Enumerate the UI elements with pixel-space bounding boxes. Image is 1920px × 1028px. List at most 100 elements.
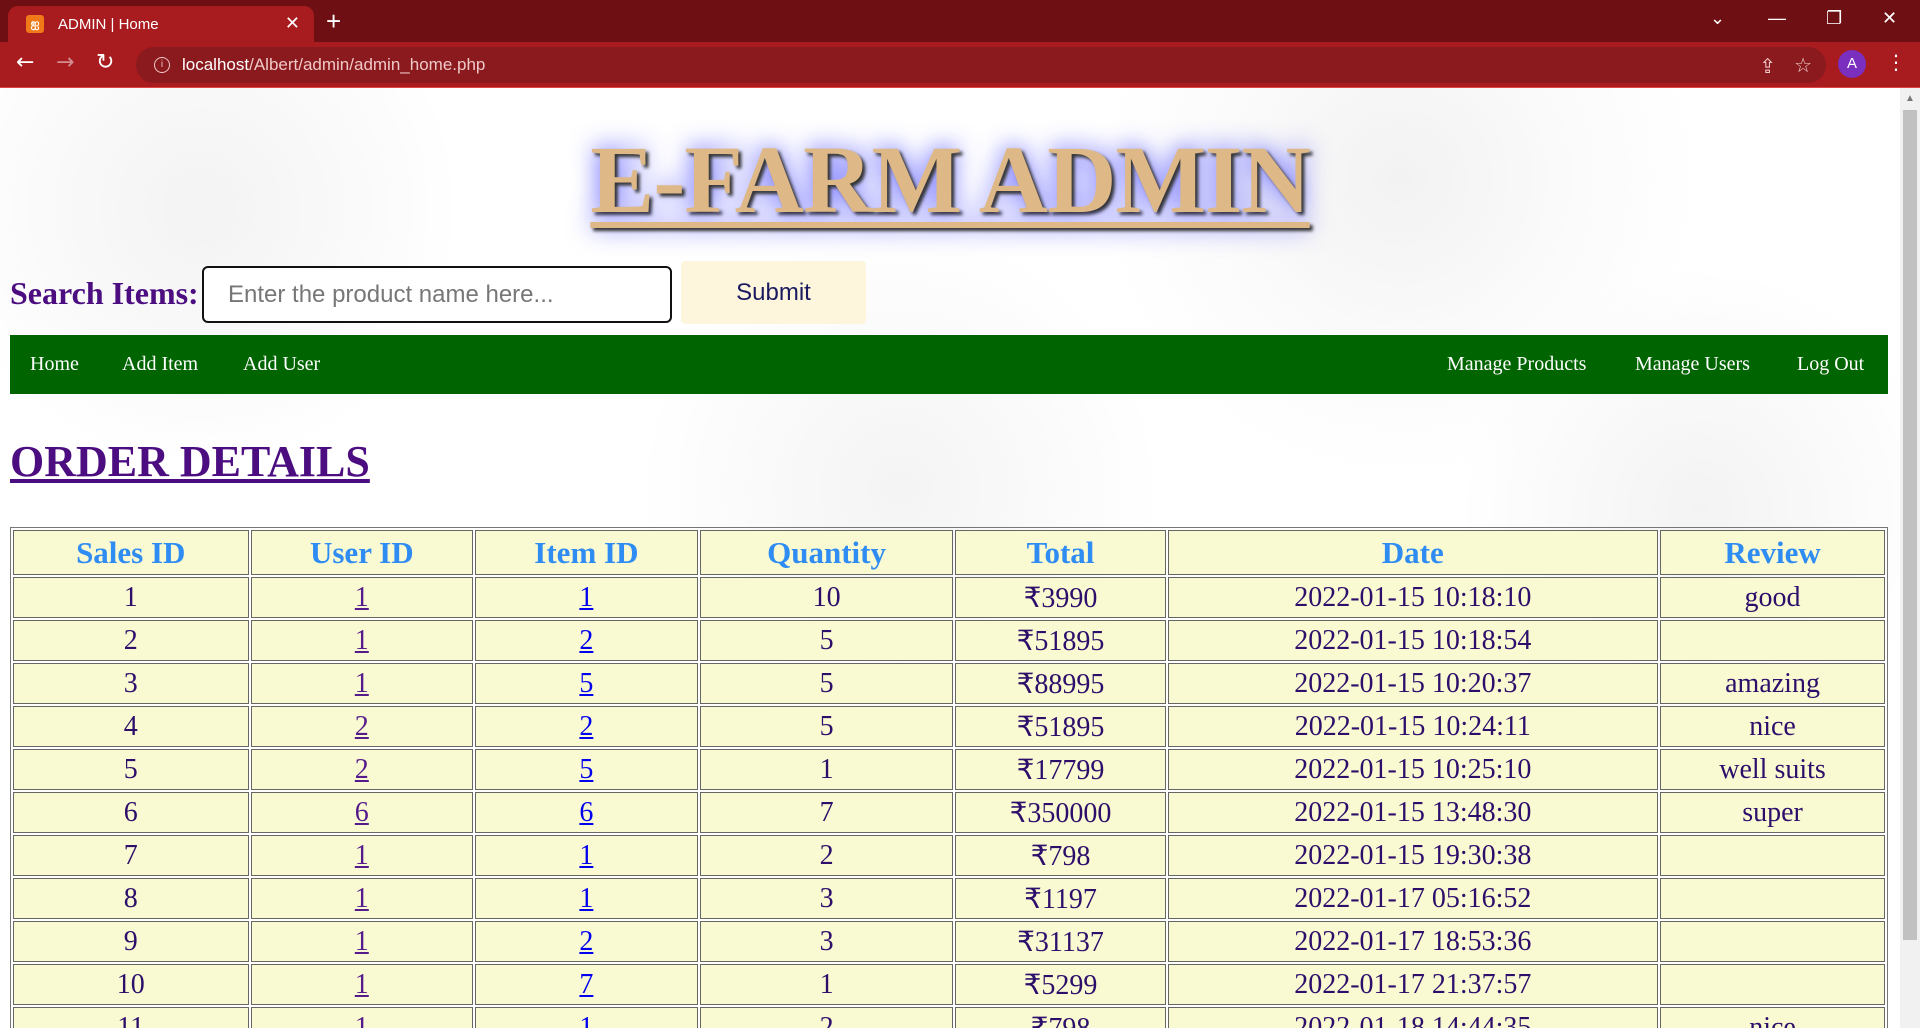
address-bar: ← → ↻ i localhost/Albert/admin/admin_hom… bbox=[0, 42, 1920, 88]
cell-sales-id: 5 bbox=[13, 749, 249, 790]
forward-icon[interactable]: → bbox=[56, 50, 74, 75]
item-id-link[interactable]: 2 bbox=[579, 711, 593, 742]
new-tab-icon[interactable]: + bbox=[326, 6, 341, 37]
nav-home[interactable]: Home bbox=[30, 353, 79, 376]
scroll-up-icon[interactable]: ▲ bbox=[1905, 93, 1915, 104]
cell-review bbox=[1660, 921, 1885, 962]
cell-user-id: 1 bbox=[250, 878, 474, 919]
share-icon[interactable]: ⇪ bbox=[1759, 54, 1776, 79]
minimize-icon[interactable]: — bbox=[1768, 8, 1786, 29]
cell-item-id: 5 bbox=[475, 663, 698, 704]
user-id-link[interactable]: 1 bbox=[355, 926, 369, 957]
item-id-link[interactable]: 5 bbox=[579, 668, 593, 699]
restore-icon[interactable]: ❐ bbox=[1826, 8, 1842, 29]
table-row: 11 1 1 2 ₹798 2022-01-18 14:44:35 nice bbox=[13, 1007, 1885, 1028]
cell-sales-id: 10 bbox=[13, 964, 249, 1005]
cell-date: 2022-01-15 10:25:10 bbox=[1167, 749, 1659, 790]
cell-review: super bbox=[1660, 792, 1885, 833]
nav-bar: Home Add Item Add User Manage Products M… bbox=[10, 335, 1888, 394]
table-row: 5 2 5 1 ₹17799 2022-01-15 10:25:10 well suits bbox=[13, 749, 1885, 790]
cell-date: 2022-01-17 05:16:52 bbox=[1167, 878, 1659, 919]
cell-total: ₹798 bbox=[955, 1007, 1166, 1028]
cell-sales-id: 11 bbox=[13, 1007, 249, 1028]
user-id-link[interactable]: 1 bbox=[355, 625, 369, 656]
cell-review bbox=[1660, 620, 1885, 661]
user-id-link[interactable]: 1 bbox=[355, 1012, 369, 1028]
cell-quantity: 7 bbox=[699, 792, 954, 833]
back-icon[interactable]: ← bbox=[16, 50, 34, 75]
cell-date: 2022-01-15 19:30:38 bbox=[1167, 835, 1659, 876]
cell-item-id: 2 bbox=[475, 706, 698, 747]
bookmark-star-icon[interactable]: ☆ bbox=[1794, 53, 1812, 78]
tab-title: ADMIN | Home bbox=[58, 15, 159, 33]
cell-sales-id: 1 bbox=[13, 577, 249, 618]
cell-item-id: 1 bbox=[475, 878, 698, 919]
user-id-link[interactable]: 1 bbox=[355, 840, 369, 871]
search-input[interactable] bbox=[202, 266, 672, 323]
user-id-link[interactable]: 1 bbox=[355, 582, 369, 613]
browser-tab-bar: ஐ ADMIN | Home ✕ + ⌄ — ❐ ✕ bbox=[0, 0, 1920, 42]
reload-icon[interactable]: ↻ bbox=[96, 50, 114, 75]
cell-user-id: 2 bbox=[250, 706, 474, 747]
item-id-link[interactable]: 6 bbox=[579, 797, 593, 828]
close-tab-icon[interactable]: ✕ bbox=[285, 13, 300, 34]
cell-quantity: 3 bbox=[699, 878, 954, 919]
user-id-link[interactable]: 2 bbox=[355, 711, 369, 742]
tab-search-icon[interactable]: ⌄ bbox=[1710, 8, 1725, 29]
close-window-icon[interactable]: ✕ bbox=[1882, 8, 1897, 29]
avatar[interactable]: A bbox=[1838, 50, 1866, 78]
cell-date: 2022-01-15 13:48:30 bbox=[1167, 792, 1659, 833]
user-id-link[interactable]: 1 bbox=[355, 969, 369, 1000]
cell-total: ₹3990 bbox=[955, 577, 1166, 618]
table-row: 10 1 7 1 ₹5299 2022-01-17 21:37:57 bbox=[13, 964, 1885, 1005]
cell-quantity: 2 bbox=[699, 1007, 954, 1028]
info-icon[interactable]: i bbox=[154, 57, 170, 73]
cell-review: nice bbox=[1660, 706, 1885, 747]
item-id-link[interactable]: 1 bbox=[579, 883, 593, 914]
cell-user-id: 1 bbox=[250, 1007, 474, 1028]
menu-icon[interactable]: ⋮ bbox=[1886, 50, 1906, 74]
nav-add-user[interactable]: Add User bbox=[243, 353, 320, 376]
user-id-link[interactable]: 1 bbox=[355, 668, 369, 699]
item-id-link[interactable]: 1 bbox=[579, 1012, 593, 1028]
cell-total: ₹51895 bbox=[955, 706, 1166, 747]
cell-sales-id: 4 bbox=[13, 706, 249, 747]
cell-user-id: 1 bbox=[250, 663, 474, 704]
cell-sales-id: 8 bbox=[13, 878, 249, 919]
user-id-link[interactable]: 6 bbox=[355, 797, 369, 828]
column-header: Item ID bbox=[475, 530, 698, 575]
item-id-link[interactable]: 1 bbox=[579, 840, 593, 871]
url-field[interactable]: i localhost/Albert/admin/admin_home.php … bbox=[136, 47, 1826, 83]
cell-user-id: 2 bbox=[250, 749, 474, 790]
nav-manage-users[interactable]: Manage Users bbox=[1635, 353, 1750, 376]
cell-total: ₹88995 bbox=[955, 663, 1166, 704]
cell-total: ₹5299 bbox=[955, 964, 1166, 1005]
item-id-link[interactable]: 2 bbox=[579, 625, 593, 656]
nav-log-out[interactable]: Log Out bbox=[1797, 353, 1864, 376]
item-id-link[interactable]: 7 bbox=[579, 969, 593, 1000]
user-id-link[interactable]: 1 bbox=[355, 883, 369, 914]
item-id-link[interactable]: 1 bbox=[579, 582, 593, 613]
section-title: ORDER DETAILS bbox=[10, 437, 370, 486]
table-row: 7 1 1 2 ₹798 2022-01-15 19:30:38 bbox=[13, 835, 1885, 876]
cell-sales-id: 7 bbox=[13, 835, 249, 876]
scrollbar[interactable]: ▲ bbox=[1900, 88, 1920, 1028]
cell-quantity: 3 bbox=[699, 921, 954, 962]
user-id-link[interactable]: 2 bbox=[355, 754, 369, 785]
item-id-link[interactable]: 5 bbox=[579, 754, 593, 785]
cell-review bbox=[1660, 878, 1885, 919]
table-row: 4 2 2 5 ₹51895 2022-01-15 10:24:11 nice bbox=[13, 706, 1885, 747]
browser-tab[interactable]: ஐ ADMIN | Home ✕ bbox=[8, 6, 314, 42]
url-path: /Albert/admin/admin_home.php bbox=[249, 55, 486, 74]
column-header: Date bbox=[1167, 530, 1659, 575]
cell-review: good bbox=[1660, 577, 1885, 618]
cell-item-id: 2 bbox=[475, 620, 698, 661]
scrollbar-thumb[interactable] bbox=[1903, 110, 1917, 940]
nav-manage-products[interactable]: Manage Products bbox=[1447, 353, 1586, 376]
cell-item-id: 1 bbox=[475, 1007, 698, 1028]
column-header: Review bbox=[1660, 530, 1885, 575]
item-id-link[interactable]: 2 bbox=[579, 926, 593, 957]
submit-button[interactable]: Submit bbox=[681, 261, 866, 324]
nav-add-item[interactable]: Add Item bbox=[122, 353, 198, 376]
cell-user-id: 1 bbox=[250, 835, 474, 876]
